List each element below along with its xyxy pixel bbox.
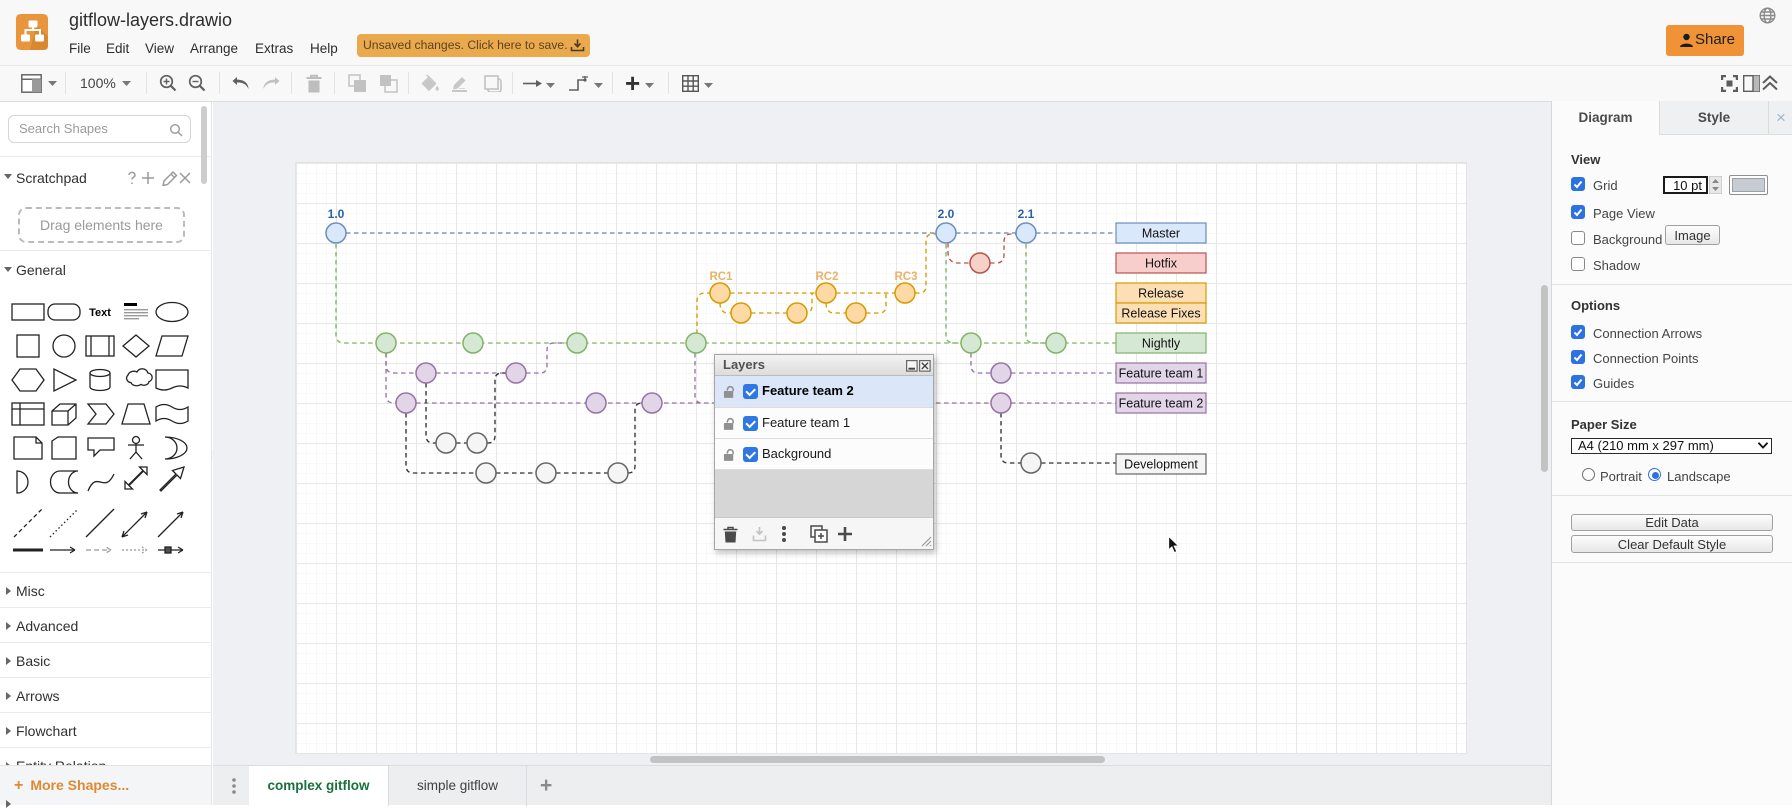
svg-text:Master: Master xyxy=(1142,227,1180,241)
svg-text:1.0: 1.0 xyxy=(328,207,345,221)
svg-text:RC3: RC3 xyxy=(894,271,917,283)
svg-text:RC1: RC1 xyxy=(709,271,733,283)
svg-text:Hotfix: Hotfix xyxy=(1145,257,1178,271)
svg-text:2.1: 2.1 xyxy=(1018,207,1035,221)
svg-text:Development: Development xyxy=(1124,458,1198,472)
svg-text:Release Fixes: Release Fixes xyxy=(1121,307,1200,321)
svg-text:Nightly: Nightly xyxy=(1142,337,1181,351)
svg-text:RC2: RC2 xyxy=(815,271,838,283)
svg-text:Release: Release xyxy=(1138,287,1184,301)
svg-text:2.0: 2.0 xyxy=(938,207,955,221)
svg-text:Text: Text xyxy=(89,307,111,319)
svg-text:Feature team 1: Feature team 1 xyxy=(1119,367,1204,381)
svg-text:Feature team 2: Feature team 2 xyxy=(1119,397,1204,411)
